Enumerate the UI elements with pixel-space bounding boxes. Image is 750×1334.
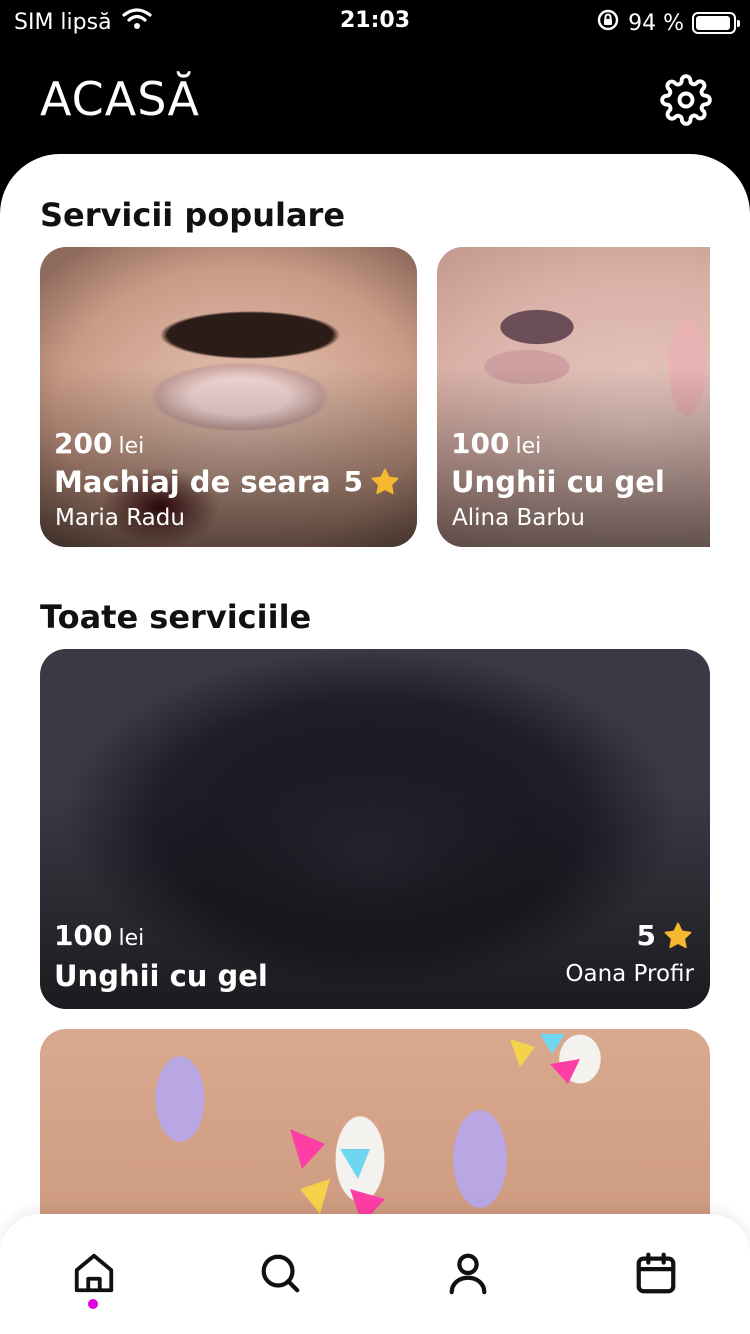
card-provider: Maria Radu xyxy=(55,505,185,531)
price-value: 100 xyxy=(54,919,113,952)
rating-value: 5 xyxy=(343,465,363,498)
search-icon xyxy=(261,1254,300,1293)
status-right: 94 % xyxy=(596,8,740,38)
card-price: 100 lei xyxy=(54,919,144,952)
card-service-name: Machiaj de seara xyxy=(54,465,331,499)
popular-card-2[interactable]: 100 lei Unghii cu gel Alina Barbu xyxy=(437,247,710,547)
content-sheet: Servicii populare 200 lei Machiaj de sear… xyxy=(0,154,750,1334)
tab-search[interactable] xyxy=(240,1236,320,1316)
active-tab-indicator xyxy=(88,1299,98,1309)
card-provider: Alina Barbu xyxy=(452,505,586,531)
tab-bar xyxy=(0,1214,750,1334)
battery-icon xyxy=(692,12,740,34)
card-rating: 5 xyxy=(344,465,401,498)
star-icon xyxy=(371,468,399,494)
section-title-popular: Servicii populare xyxy=(40,196,346,234)
popular-card-1[interactable]: 200 lei Machiaj de seara Maria Radu 5 xyxy=(40,247,417,547)
calendar-icon xyxy=(636,1252,676,1294)
star-icon xyxy=(664,922,692,948)
profile-icon xyxy=(449,1253,487,1295)
service-card-1[interactable]: 100 lei Unghii cu gel 5 Oana Profir xyxy=(40,649,710,1009)
page-title: ACASĂ xyxy=(40,72,200,126)
price-unit: lei xyxy=(515,434,542,459)
price-unit: lei xyxy=(118,434,145,459)
gear-icon xyxy=(660,74,712,126)
rating-value: 5 xyxy=(636,919,656,952)
battery-fill xyxy=(696,16,730,30)
battery-percent: 94 % xyxy=(628,10,684,36)
tab-calendar[interactable] xyxy=(616,1236,696,1316)
card-provider: Oana Profir xyxy=(565,961,694,987)
popular-card-2-clip: 100 lei Unghii cu gel Alina Barbu xyxy=(437,247,710,547)
header: ACASĂ xyxy=(0,44,750,154)
card-service-name: Unghii cu gel xyxy=(54,959,268,993)
tab-profile[interactable] xyxy=(428,1236,508,1316)
price-value: 100 xyxy=(451,427,510,460)
section-title-all: Toate serviciile xyxy=(40,598,312,636)
status-bar: SIM lipsă 21:03 94 % xyxy=(0,0,750,44)
card-price: 200 lei xyxy=(54,427,144,460)
price-value: 200 xyxy=(54,427,113,460)
card-price: 100 lei xyxy=(451,427,541,460)
card-service-name: Unghii cu gel xyxy=(451,465,665,499)
home-icon xyxy=(74,1253,114,1293)
rotation-lock-icon xyxy=(596,8,620,38)
card-rating: 5 xyxy=(637,919,694,952)
price-unit: lei xyxy=(118,926,145,951)
settings-button[interactable] xyxy=(658,72,714,128)
